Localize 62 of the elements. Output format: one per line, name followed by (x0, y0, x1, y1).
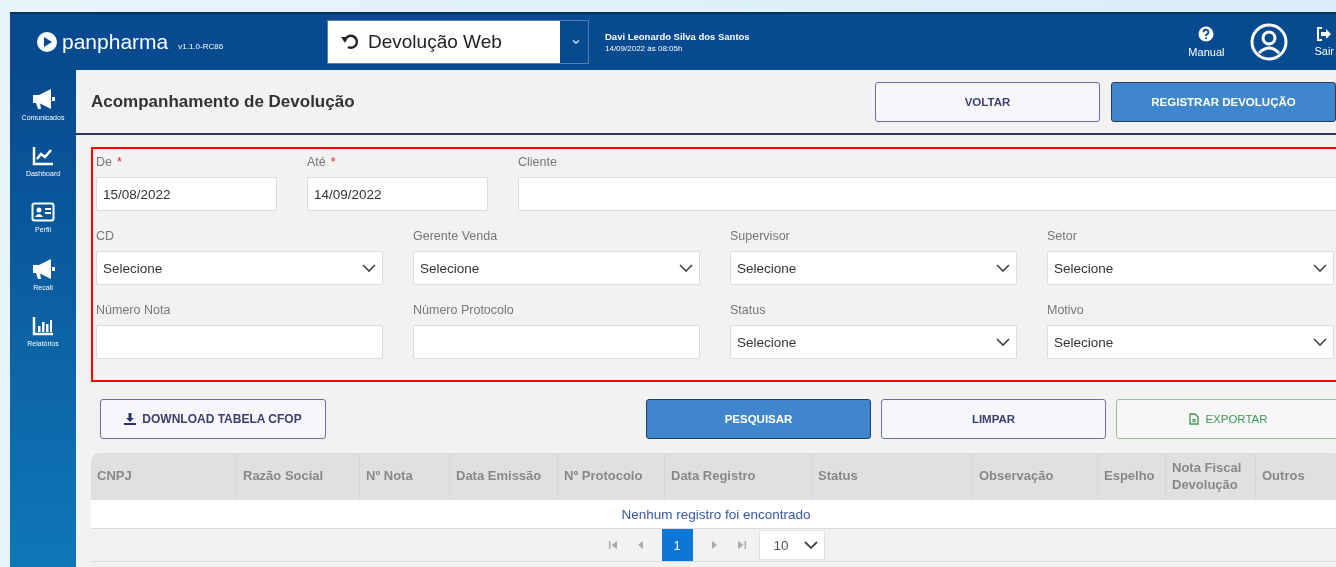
field-label: Motivo (1047, 303, 1085, 319)
field-label: Cliente (518, 155, 558, 171)
page-size-select[interactable]: 10 (758, 530, 825, 560)
first-page-icon[interactable] (607, 540, 618, 550)
megaphone-icon (31, 258, 55, 280)
input-field[interactable] (413, 325, 700, 359)
undo-icon (340, 32, 360, 52)
line-chart-icon (32, 146, 54, 166)
column-header: Outros (1261, 467, 1306, 486)
input-field[interactable]: 15/08/2022 (96, 177, 277, 211)
chevron-down-icon (572, 37, 580, 47)
chevron-down-icon (803, 540, 818, 550)
search-button[interactable]: PESQUISAR (646, 399, 871, 439)
chevron-down-icon (679, 263, 693, 273)
download-icon (124, 413, 137, 425)
select-field[interactable]: Selecione (1047, 325, 1334, 359)
clear-button[interactable]: LIMPAR (881, 399, 1106, 439)
chevron-down-icon (996, 263, 1010, 273)
login-time: 14/09/2022 às 08:05h (605, 44, 684, 53)
download-button[interactable]: DOWNLOAD TABELA CFOP (100, 399, 326, 439)
user-avatar-icon[interactable] (1250, 23, 1289, 61)
back-button[interactable]: VOLTAR (875, 81, 1100, 122)
select-field[interactable]: Selecione (96, 251, 383, 285)
help-icon (1198, 26, 1215, 42)
field-label: Até * (307, 155, 337, 171)
page-button[interactable]: 1 (661, 529, 693, 561)
chevron-down-icon (996, 337, 1010, 347)
user-name: Davi Leonardo Silva dos Santos (605, 31, 750, 42)
field-label: Supervisor (730, 229, 791, 245)
empty-message: Nenhum registro foi encontrado (621, 506, 811, 522)
brand-name: panpharma (62, 30, 169, 54)
manual-link[interactable]: Manual (1188, 26, 1225, 58)
module-dropdown[interactable]: Devolução Web (327, 20, 589, 64)
logo-icon (36, 31, 58, 53)
logout-icon (1316, 27, 1333, 41)
chevron-down-icon (362, 263, 376, 273)
file-icon (1189, 413, 1200, 425)
chevron-down-icon (1313, 263, 1327, 273)
chevron-down-icon (1313, 337, 1327, 347)
version-label: v1.1.0-RC86 (178, 41, 224, 51)
select-field[interactable]: Selecione (730, 325, 1017, 359)
input-field[interactable] (96, 325, 383, 359)
field-label: Status (730, 303, 767, 319)
select-field[interactable]: Selecione (413, 251, 700, 285)
megaphone-icon (31, 88, 55, 110)
input-field[interactable] (518, 177, 1336, 211)
field-label: Número Nota (96, 303, 172, 319)
input-field[interactable]: 14/09/2022 (307, 177, 488, 211)
field-label: CD (96, 229, 116, 245)
bar-chart-icon (32, 316, 54, 336)
last-page-icon[interactable] (736, 540, 747, 550)
register-button[interactable]: REGISTRAR DEVOLUÇÃO (1111, 81, 1336, 122)
field-label: De * (96, 155, 123, 171)
id-card-icon (31, 202, 55, 222)
select-field[interactable]: Selecione (730, 251, 1017, 285)
field-label: Gerente Venda (413, 229, 499, 245)
next-page-icon[interactable] (710, 540, 719, 550)
select-field[interactable]: Selecione (1047, 251, 1334, 285)
field-label: Setor (1047, 229, 1078, 245)
logout-link[interactable]: Sair (1314, 27, 1334, 57)
field-label: Número Protocolo (413, 303, 515, 319)
page-title: Acompanhamento de Devolução (91, 91, 356, 112)
